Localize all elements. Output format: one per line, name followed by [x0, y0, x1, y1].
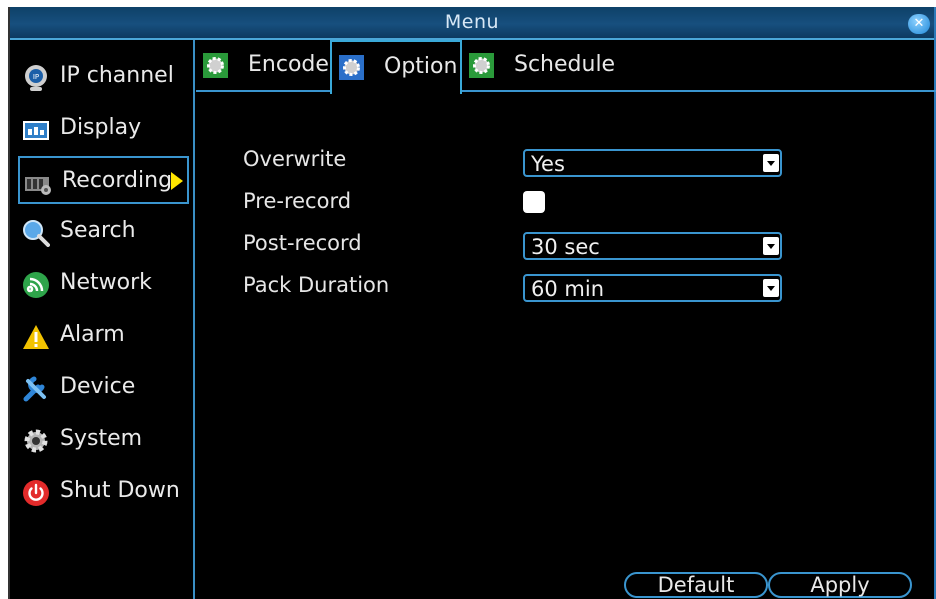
- sidebar-item-label: Search: [60, 218, 136, 243]
- tab-bar: Encode Option Schedule: [196, 40, 936, 94]
- tab-label: Encode: [248, 52, 329, 77]
- sidebar-item-label: Shut Down: [60, 478, 180, 503]
- overwrite-value: Yes: [531, 152, 565, 176]
- pack-duration-select[interactable]: 60 min: [523, 274, 782, 302]
- chevron-down-icon[interactable]: [763, 279, 779, 297]
- window-title: Menu: [444, 11, 500, 33]
- sidebar-item-label: Alarm: [60, 322, 125, 347]
- sidebar-item-label: Display: [60, 115, 142, 140]
- gear-icon: [469, 53, 494, 78]
- power-icon: [23, 480, 49, 506]
- gear-icon: [339, 55, 364, 80]
- sidebar-item-system[interactable]: System: [18, 416, 189, 464]
- recording-icon: [25, 177, 51, 195]
- sidebar-item-label: Recording: [62, 168, 173, 193]
- post-record-value: 30 sec: [531, 235, 600, 259]
- system-gear-icon: [24, 429, 48, 453]
- sidebar-item-display[interactable]: Display: [18, 105, 189, 153]
- pre-record-checkbox[interactable]: [523, 191, 545, 213]
- svg-text:IP: IP: [33, 73, 39, 81]
- sidebar-item-alarm[interactable]: Alarm: [18, 312, 189, 360]
- tab-schedule[interactable]: Schedule: [462, 40, 616, 92]
- sidebar-item-label: System: [60, 426, 143, 451]
- chevron-down-icon[interactable]: [763, 237, 779, 255]
- menu-window: Menu ✕ IP IP channel Display Recording S…: [8, 7, 936, 599]
- sidebar-item-label: IP channel: [60, 63, 174, 88]
- tab-label: Option: [384, 54, 458, 79]
- tab-option[interactable]: Option: [330, 40, 462, 94]
- title-bar: Menu ✕: [10, 7, 934, 40]
- chevron-down-icon[interactable]: [763, 154, 779, 172]
- close-button[interactable]: ✕: [908, 14, 930, 34]
- sidebar-item-shut-down[interactable]: Shut Down: [18, 468, 189, 516]
- pack-duration-value: 60 min: [531, 277, 604, 301]
- display-icon: [23, 121, 49, 140]
- search-icon: [23, 220, 50, 247]
- tab-encode[interactable]: Encode: [196, 40, 330, 92]
- overwrite-label: Overwrite: [243, 147, 347, 171]
- overwrite-select[interactable]: Yes: [523, 149, 782, 177]
- sidebar-item-label: Device: [60, 374, 136, 399]
- sidebar-item-label: Network: [60, 270, 152, 295]
- pack-duration-label: Pack Duration: [243, 273, 390, 297]
- sidebar-item-device[interactable]: Device: [18, 364, 189, 412]
- sidebar-item-recording[interactable]: Recording: [18, 156, 189, 204]
- tab-label: Schedule: [514, 52, 616, 77]
- sidebar-item-search[interactable]: Search: [18, 208, 189, 256]
- network-icon: [23, 272, 49, 298]
- active-arrow-icon: [171, 172, 183, 190]
- close-icon: ✕: [913, 16, 925, 31]
- alarm-icon: [23, 325, 49, 349]
- gear-icon: [203, 53, 228, 78]
- default-button[interactable]: Default: [624, 572, 768, 598]
- sidebar-item-ip-channel[interactable]: IP IP channel: [18, 53, 189, 101]
- sidebar-item-network[interactable]: Network: [18, 260, 189, 308]
- post-record-label: Post-record: [243, 231, 362, 255]
- post-record-select[interactable]: 30 sec: [523, 232, 782, 260]
- device-icon: [23, 376, 46, 402]
- pre-record-label: Pre-record: [243, 189, 352, 213]
- sidebar: IP IP channel Display Recording Search N…: [10, 40, 195, 599]
- apply-button[interactable]: Apply: [768, 572, 912, 598]
- ip-camera-icon: IP: [25, 65, 47, 91]
